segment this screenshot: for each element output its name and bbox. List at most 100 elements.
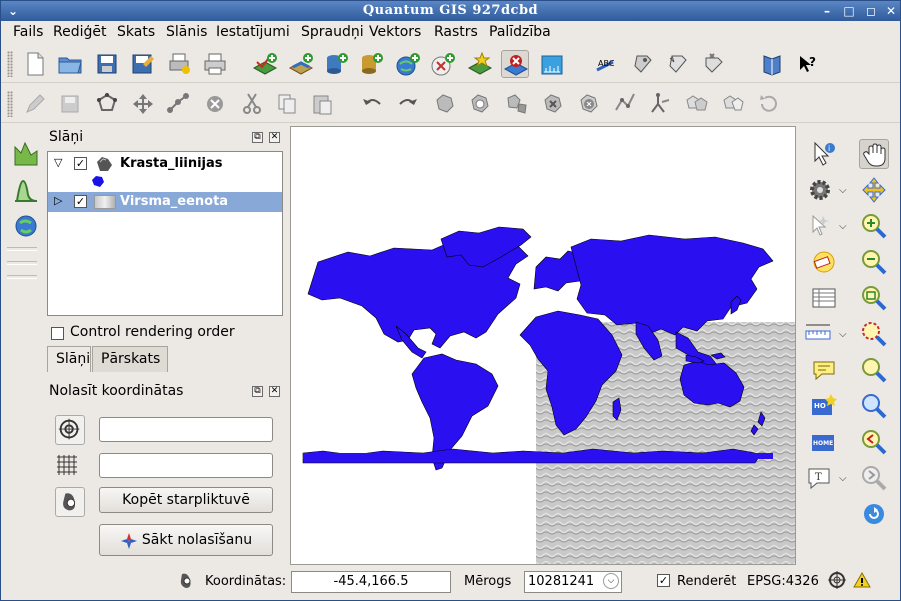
add-part-icon[interactable] <box>503 90 531 118</box>
new-bookmark-icon[interactable]: HO <box>809 391 839 421</box>
control-rendering-order-checkbox[interactable] <box>51 327 64 340</box>
set-layer-crs-icon[interactable] <box>538 50 566 78</box>
undo-icon[interactable] <box>358 90 386 118</box>
label-abc-icon[interactable]: ABC <box>592 50 620 78</box>
settings-gear-icon[interactable] <box>805 175 835 205</box>
maximize-button[interactable]: □ <box>841 3 857 19</box>
node-tool-icon[interactable] <box>164 90 192 118</box>
coordinate-field-1[interactable] <box>99 417 273 442</box>
add-wcs-layer-icon[interactable] <box>429 50 457 78</box>
toolbar-grip[interactable] <box>7 51 13 77</box>
toolbar-grip[interactable] <box>7 91 13 117</box>
add-vector-layer-icon[interactable] <box>251 50 279 78</box>
help-book-icon[interactable] <box>758 50 786 78</box>
pan-map-icon[interactable] <box>859 139 889 169</box>
chevron-down-icon[interactable]: ⌵ <box>839 329 847 340</box>
toggle-editing-icon[interactable] <box>21 90 49 118</box>
zoom-in-icon[interactable] <box>859 211 889 241</box>
chevron-down-icon[interactable]: ⌵ <box>839 473 847 484</box>
render-checkbox[interactable]: ✓ <box>657 574 670 587</box>
zoom-next-icon[interactable] <box>859 463 889 493</box>
menu-raster[interactable]: Rastrs <box>434 24 478 40</box>
globe-icon[interactable] <box>11 211 41 241</box>
new-shapefile-icon[interactable] <box>466 50 494 78</box>
move-label-icon[interactable] <box>664 50 692 78</box>
world-map[interactable] <box>291 127 796 565</box>
menu-plugins[interactable]: Spraudņi <box>301 24 364 40</box>
save-as-icon[interactable] <box>128 50 156 78</box>
paste-features-icon[interactable] <box>308 90 336 118</box>
delete-selected-icon[interactable] <box>201 90 229 118</box>
print-icon[interactable] <box>201 50 229 78</box>
close-panel-button[interactable]: ✕ <box>269 386 280 397</box>
change-label-icon[interactable] <box>700 50 728 78</box>
tab-layers[interactable]: Slāņi <box>47 346 91 372</box>
save-edits-icon[interactable] <box>56 90 84 118</box>
measure-icon[interactable] <box>803 319 833 349</box>
add-raster-layer-icon[interactable] <box>287 50 315 78</box>
menu-vector[interactable]: Vektors <box>369 24 421 40</box>
zoom-to-selection-icon[interactable] <box>859 319 889 349</box>
chevron-down-icon[interactable]: ⌵ <box>839 185 847 196</box>
coordinate-field-2[interactable] <box>99 453 273 478</box>
mouse-coordinates-icon[interactable] <box>176 570 196 590</box>
split-features-icon[interactable] <box>647 90 675 118</box>
select-features-icon[interactable] <box>805 211 835 241</box>
close-button[interactable]: ✕ <box>883 3 899 19</box>
tab-overview[interactable]: Pārskats <box>92 346 168 372</box>
coordinates-field[interactable]: -45.4,166.5 <box>291 571 451 593</box>
show-bookmarks-icon[interactable]: HOME <box>809 427 839 457</box>
add-wms-layer-icon[interactable] <box>394 50 422 78</box>
crs-icon[interactable] <box>55 415 85 445</box>
crs-globe-icon[interactable] <box>827 570 847 590</box>
remove-layer-icon[interactable] <box>501 50 529 78</box>
delete-ring-icon[interactable] <box>539 90 567 118</box>
layer-row-selected[interactable]: ▷ ✓ Virsma_eenota <box>48 192 282 212</box>
restore-button[interactable]: ◻ <box>863 3 879 19</box>
zoom-to-native-resolution-icon[interactable] <box>859 391 889 421</box>
rotate-symbols-icon[interactable] <box>755 90 783 118</box>
identify-icon[interactable]: i <box>809 139 839 169</box>
delete-part-icon[interactable] <box>575 90 603 118</box>
histogram-icon[interactable] <box>11 175 41 205</box>
crs-status-button[interactable]: EPSG:4326 <box>747 574 819 589</box>
simplify-feature-icon[interactable] <box>431 90 459 118</box>
menu-view[interactable]: Skats <box>117 24 155 40</box>
menu-layer[interactable]: Slānis <box>166 24 207 40</box>
cut-features-icon[interactable] <box>238 90 266 118</box>
attribute-table-icon[interactable] <box>809 283 839 313</box>
menu-settings[interactable]: Iestatījumi <box>216 24 290 40</box>
digitize-icon[interactable] <box>11 139 41 169</box>
add-feature-icon[interactable] <box>93 90 121 118</box>
start-capture-button[interactable]: Sākt nolasīšanu <box>99 524 273 556</box>
open-project-icon[interactable] <box>56 50 84 78</box>
text-annotation-icon[interactable]: T <box>805 463 835 493</box>
reshape-icon[interactable] <box>611 90 639 118</box>
refresh-icon[interactable] <box>859 499 889 529</box>
redo-icon[interactable] <box>394 90 422 118</box>
menu-help[interactable]: Palīdzība <box>489 24 551 40</box>
pan-to-selected-icon[interactable] <box>859 175 889 205</box>
scale-field[interactable]: 10281241 ⌵ <box>524 571 622 593</box>
copy-to-clipboard-button[interactable]: Kopēt starpliktuvē <box>99 487 273 513</box>
menu-file[interactable]: Fails <box>13 24 43 40</box>
layer-visibility-checkbox[interactable]: ✓ <box>74 195 87 208</box>
deselect-icon[interactable] <box>809 247 839 277</box>
print-composer-icon[interactable] <box>165 50 193 78</box>
float-panel-button[interactable]: ⧉ <box>252 132 263 143</box>
chevron-down-icon[interactable]: ⌵ <box>839 221 847 232</box>
add-ring-icon[interactable] <box>466 90 494 118</box>
mouse-capture-icon[interactable] <box>55 487 85 517</box>
pin-label-icon[interactable] <box>629 50 657 78</box>
whats-this-icon[interactable]: ? <box>794 50 822 78</box>
expand-arrow-icon[interactable]: ▷ <box>54 194 62 207</box>
move-feature-icon[interactable] <box>129 90 157 118</box>
add-postgis-layer-icon[interactable] <box>322 50 350 78</box>
copy-features-icon[interactable] <box>273 90 301 118</box>
menu-edit[interactable]: Rediģēt <box>53 24 106 40</box>
warning-icon[interactable] <box>853 571 871 589</box>
close-panel-button[interactable]: ✕ <box>269 132 280 143</box>
merge-attributes-icon[interactable] <box>719 90 747 118</box>
add-spatialite-layer-icon[interactable] <box>357 50 385 78</box>
zoom-to-layer-icon[interactable] <box>859 355 889 385</box>
